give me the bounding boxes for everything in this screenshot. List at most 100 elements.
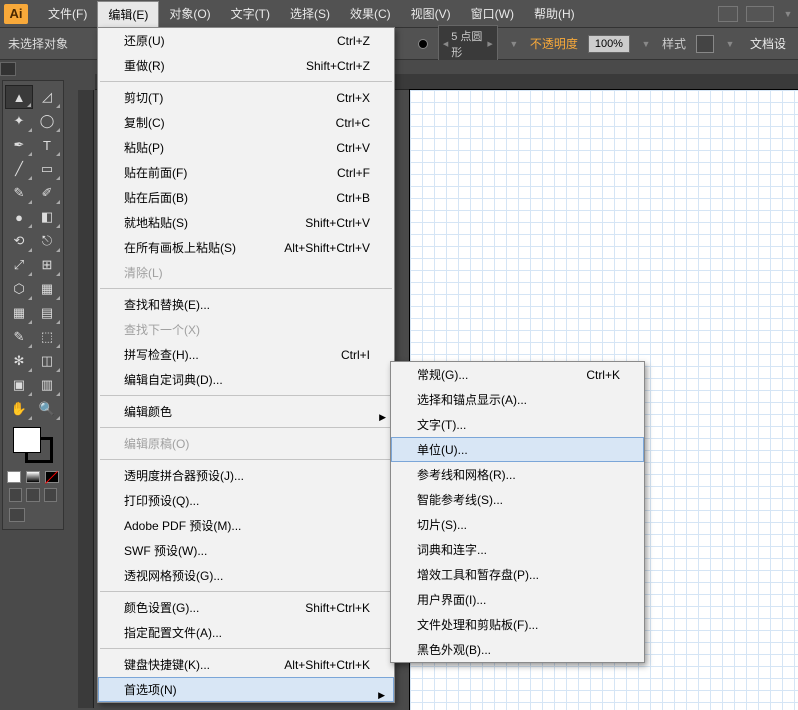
mesh-tool[interactable]: ▦: [5, 301, 33, 325]
shape-builder-tool[interactable]: ⬡: [5, 277, 33, 301]
branding-icon[interactable]: [718, 6, 738, 22]
menuitem-首选项N[interactable]: 首选项(N): [98, 677, 394, 702]
menuitem-编辑原稿O: 编辑原稿(O): [98, 431, 394, 456]
menuitem-复制C[interactable]: 复制(C)Ctrl+C: [98, 110, 394, 135]
color-mode-solid[interactable]: [7, 471, 21, 483]
width-tool[interactable]: ⎋: [33, 229, 61, 253]
hand-tool[interactable]: ✋: [5, 397, 33, 421]
fill-swatch[interactable]: [418, 39, 428, 49]
app-logo: Ai: [4, 4, 28, 24]
submenuitem-文件处理和剪贴板F[interactable]: 文件处理和剪贴板(F)...: [391, 612, 644, 637]
menuitem-查找和替换E[interactable]: 查找和替换(E)...: [98, 292, 394, 317]
pen-tool[interactable]: ✒: [5, 133, 33, 157]
slice-tool[interactable]: ▥: [33, 373, 61, 397]
menuitem-贴在前面F[interactable]: 贴在前面(F)Ctrl+F: [98, 160, 394, 185]
menuitem-拼写检查H[interactable]: 拼写检查(H)...Ctrl+I: [98, 342, 394, 367]
line-tool[interactable]: ╱: [5, 157, 33, 181]
free-transform-tool[interactable]: ⊞: [33, 253, 61, 277]
draw-normal[interactable]: [9, 488, 22, 502]
opacity-field[interactable]: 100%: [588, 35, 630, 53]
panel-collapse-tab[interactable]: [0, 62, 16, 76]
selection-tool[interactable]: ▲: [5, 85, 33, 109]
type-tool[interactable]: T: [33, 133, 61, 157]
stroke-preset-field[interactable]: 5 点圆形: [438, 25, 498, 63]
menu-效果[interactable]: 效果(C): [340, 1, 401, 27]
submenuitem-切片S[interactable]: 切片(S)...: [391, 512, 644, 537]
menu-文件[interactable]: 文件(F): [38, 1, 97, 27]
menu-帮助[interactable]: 帮助(H): [524, 1, 585, 27]
artboard-tool[interactable]: ▣: [5, 373, 33, 397]
color-mode-gradient[interactable]: [26, 471, 40, 483]
arrange-icon[interactable]: [746, 6, 774, 22]
blob-brush-tool[interactable]: ●: [5, 205, 33, 229]
rotate-tool[interactable]: ⟲: [5, 229, 33, 253]
magic-wand-tool[interactable]: ✦: [5, 109, 33, 133]
eraser-tool[interactable]: ◧: [33, 205, 61, 229]
direct-selection-tool[interactable]: ◿: [33, 85, 61, 109]
menuitem-在所有画板上粘贴S[interactable]: 在所有画板上粘贴(S)Alt+Shift+Ctrl+V: [98, 235, 394, 260]
menuitem-SWF-预设W[interactable]: SWF 预设(W)...: [98, 538, 394, 563]
opacity-dropdown-icon[interactable]: ▼: [640, 37, 652, 51]
menuitem-粘贴P[interactable]: 粘贴(P)Ctrl+V: [98, 135, 394, 160]
submenuitem-参考线和网格R[interactable]: 参考线和网格(R)...: [391, 462, 644, 487]
color-mode-none[interactable]: [45, 471, 59, 483]
submenuitem-智能参考线S[interactable]: 智能参考线(S)...: [391, 487, 644, 512]
menuitem-颜色设置G[interactable]: 颜色设置(G)...Shift+Ctrl+K: [98, 595, 394, 620]
submenuitem-选择和锚点显示A[interactable]: 选择和锚点显示(A)...: [391, 387, 644, 412]
zoom-tool[interactable]: 🔍: [33, 397, 61, 421]
submenuitem-增效工具和暂存盘P[interactable]: 增效工具和暂存盘(P)...: [391, 562, 644, 587]
submenuitem-用户界面I[interactable]: 用户界面(I)...: [391, 587, 644, 612]
menuitem-就地粘贴S[interactable]: 就地粘贴(S)Shift+Ctrl+V: [98, 210, 394, 235]
submenuitem-常规G[interactable]: 常规(G)...Ctrl+K: [391, 362, 644, 387]
menuitem-透明度拼合器预设J[interactable]: 透明度拼合器预设(J)...: [98, 463, 394, 488]
eyedropper-tool[interactable]: ✎: [5, 325, 33, 349]
toolbox: ▲◿✦◯✒T╱▭✎✐●◧⟲⎋⤢⊞⬡▦▦▤✎⬚✻◫▣▥✋🔍: [2, 80, 64, 530]
submenuitem-文字T[interactable]: 文字(T)...: [391, 412, 644, 437]
document-setup-button[interactable]: 文档设: [746, 33, 790, 54]
submenuitem-词典和连字[interactable]: 词典和连字...: [391, 537, 644, 562]
fill-color[interactable]: [13, 427, 41, 453]
stroke-dropdown-icon[interactable]: ▼: [508, 37, 520, 51]
menuitem-重做R[interactable]: 重做(R)Shift+Ctrl+Z: [98, 53, 394, 78]
workspace-arrow-icon[interactable]: ▼: [782, 7, 794, 21]
opacity-label: 不透明度: [530, 35, 578, 52]
menu-选择[interactable]: 选择(S): [280, 1, 340, 27]
menuitem-查找下一个X: 查找下一个(X): [98, 317, 394, 342]
menuitem-清除L: 清除(L): [98, 260, 394, 285]
menu-视图[interactable]: 视图(V): [401, 1, 461, 27]
pencil-tool[interactable]: ✐: [33, 181, 61, 205]
lasso-tool[interactable]: ◯: [33, 109, 61, 133]
submenuitem-单位U[interactable]: 单位(U)...: [391, 437, 644, 462]
menu-编辑[interactable]: 编辑(E): [97, 1, 159, 27]
menuitem-编辑自定词典D[interactable]: 编辑自定词典(D)...: [98, 367, 394, 392]
draw-inside[interactable]: [44, 488, 57, 502]
style-swatch[interactable]: [696, 35, 714, 53]
draw-behind[interactable]: [26, 488, 39, 502]
style-dropdown-icon[interactable]: ▼: [724, 37, 736, 51]
menuitem-指定配置文件A[interactable]: 指定配置文件(A)...: [98, 620, 394, 645]
menu-对象[interactable]: 对象(O): [159, 1, 220, 27]
symbol-sprayer-tool[interactable]: ✻: [5, 349, 33, 373]
menubar-right-icons: ▼: [718, 6, 794, 22]
fill-stroke-block[interactable]: [13, 427, 53, 463]
menuitem-Adobe-PDF-预设M[interactable]: Adobe PDF 预设(M)...: [98, 513, 394, 538]
menu-文字[interactable]: 文字(T): [221, 1, 280, 27]
preferences-submenu: 常规(G)...Ctrl+K选择和锚点显示(A)...文字(T)...单位(U)…: [390, 361, 645, 663]
menuitem-键盘快捷键K[interactable]: 键盘快捷键(K)...Alt+Shift+Ctrl+K: [98, 652, 394, 677]
menuitem-剪切T[interactable]: 剪切(T)Ctrl+X: [98, 85, 394, 110]
menuitem-打印预设Q[interactable]: 打印预设(Q)...: [98, 488, 394, 513]
menuitem-还原U[interactable]: 还原(U)Ctrl+Z: [98, 28, 394, 53]
gradient-tool[interactable]: ▤: [33, 301, 61, 325]
screen-mode-button[interactable]: [5, 505, 61, 525]
menuitem-编辑颜色[interactable]: 编辑颜色: [98, 399, 394, 424]
menu-窗口[interactable]: 窗口(W): [461, 1, 524, 27]
graph-tool[interactable]: ◫: [33, 349, 61, 373]
submenuitem-黑色外观B[interactable]: 黑色外观(B)...: [391, 637, 644, 662]
brush-tool[interactable]: ✎: [5, 181, 33, 205]
menuitem-贴在后面B[interactable]: 贴在后面(B)Ctrl+B: [98, 185, 394, 210]
scale-tool[interactable]: ⤢: [5, 253, 33, 277]
blend-tool[interactable]: ⬚: [33, 325, 61, 349]
perspective-tool[interactable]: ▦: [33, 277, 61, 301]
menuitem-透视网格预设G[interactable]: 透视网格预设(G)...: [98, 563, 394, 588]
rectangle-tool[interactable]: ▭: [33, 157, 61, 181]
